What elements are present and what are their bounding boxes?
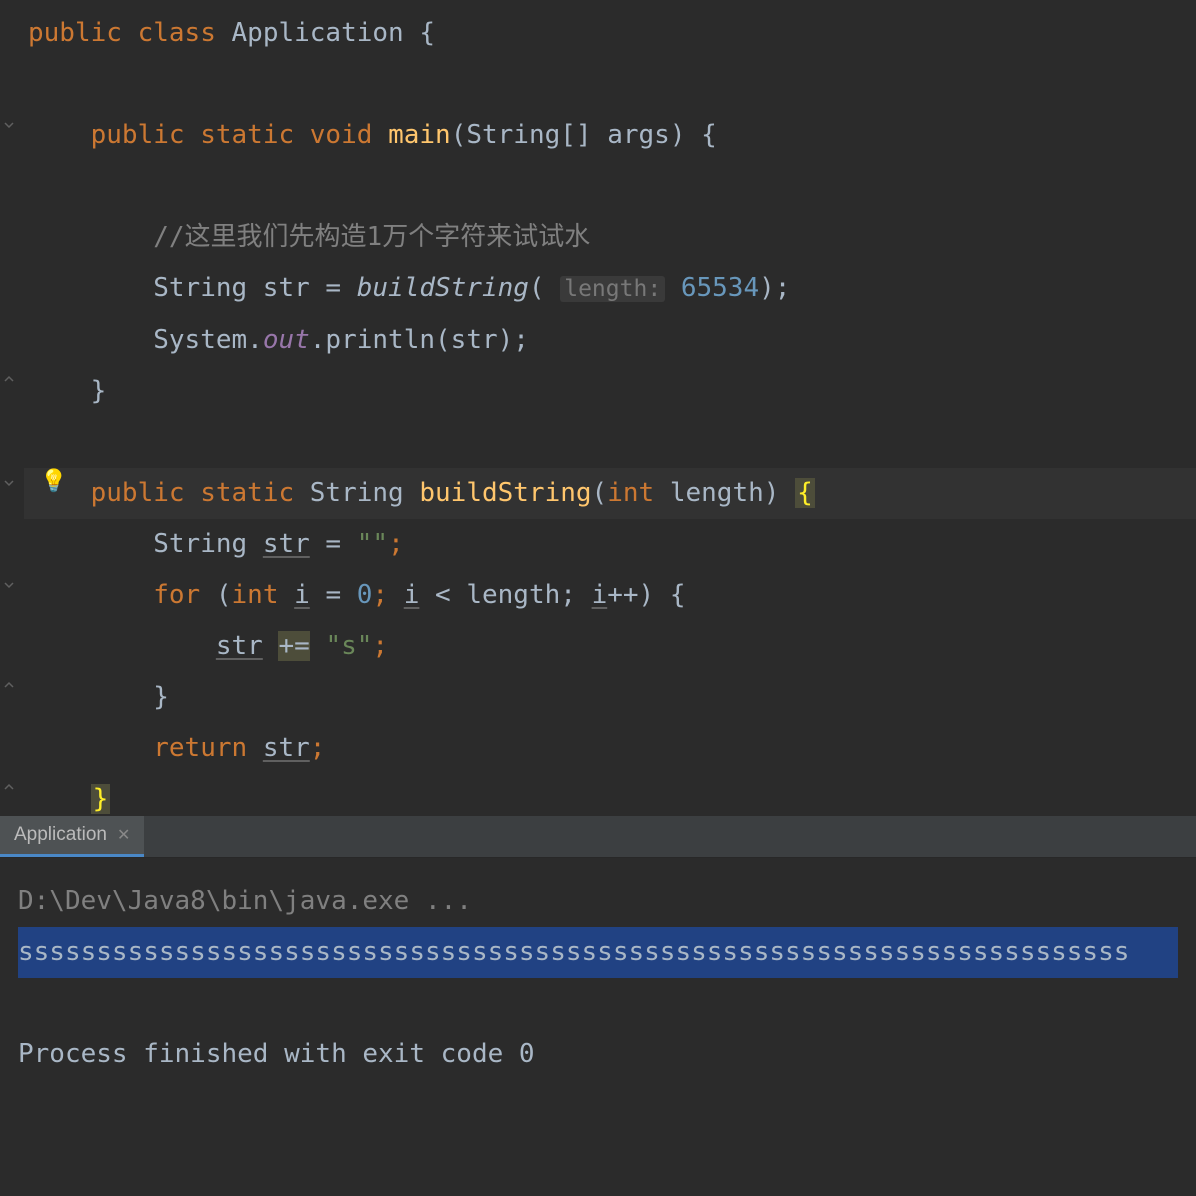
console-exit-message: Process finished with exit code 0	[18, 1029, 1178, 1080]
code-line: //这里我们先构造1万个字符来试试水	[24, 212, 1196, 263]
code-line	[24, 417, 1196, 468]
code-line: }	[24, 672, 1196, 723]
code-line: public class Application {	[24, 8, 1196, 59]
fold-marker-icon[interactable]	[2, 782, 16, 796]
code-line: }	[24, 366, 1196, 417]
console-blank-line	[18, 978, 1178, 1029]
code-editor[interactable]: 💡 public class Application { public stat…	[0, 0, 1196, 816]
code-line: System.out.println(str);	[24, 315, 1196, 366]
code-line: String str = "";	[24, 519, 1196, 570]
console-output[interactable]: D:\Dev\Java8\bin\java.exe ... ssssssssss…	[0, 858, 1196, 1098]
code-line	[24, 161, 1196, 212]
code-line-active: public static String buildString(int len…	[24, 468, 1196, 519]
code-line: for (int i = 0; i < length; i++) {	[24, 570, 1196, 621]
code-line	[24, 59, 1196, 110]
console-panel: Application ✕ D:\Dev\Java8\bin\java.exe …	[0, 816, 1196, 1196]
code-line: public static void main(String[] args) {	[24, 110, 1196, 161]
code-line: str += "s";	[24, 621, 1196, 672]
console-command-line: D:\Dev\Java8\bin\java.exe ...	[18, 876, 1178, 927]
fold-marker-icon[interactable]	[2, 476, 16, 490]
code-line: }	[24, 774, 1196, 825]
console-output-highlighted: ssssssssssssssssssssssssssssssssssssssss…	[18, 927, 1178, 978]
close-icon[interactable]: ✕	[117, 825, 130, 845]
intention-bulb-icon[interactable]: 💡	[40, 469, 67, 494]
fold-marker-icon[interactable]	[2, 578, 16, 592]
code-line: return str;	[24, 723, 1196, 774]
console-tab-label: Application	[14, 824, 107, 846]
fold-marker-icon[interactable]	[2, 374, 16, 388]
editor-gutter	[0, 0, 24, 816]
fold-marker-icon[interactable]	[2, 680, 16, 694]
code-content[interactable]: public class Application { public static…	[24, 0, 1196, 816]
code-line: String str = buildString( length: 65534)…	[24, 263, 1196, 315]
fold-marker-icon[interactable]	[2, 118, 16, 132]
